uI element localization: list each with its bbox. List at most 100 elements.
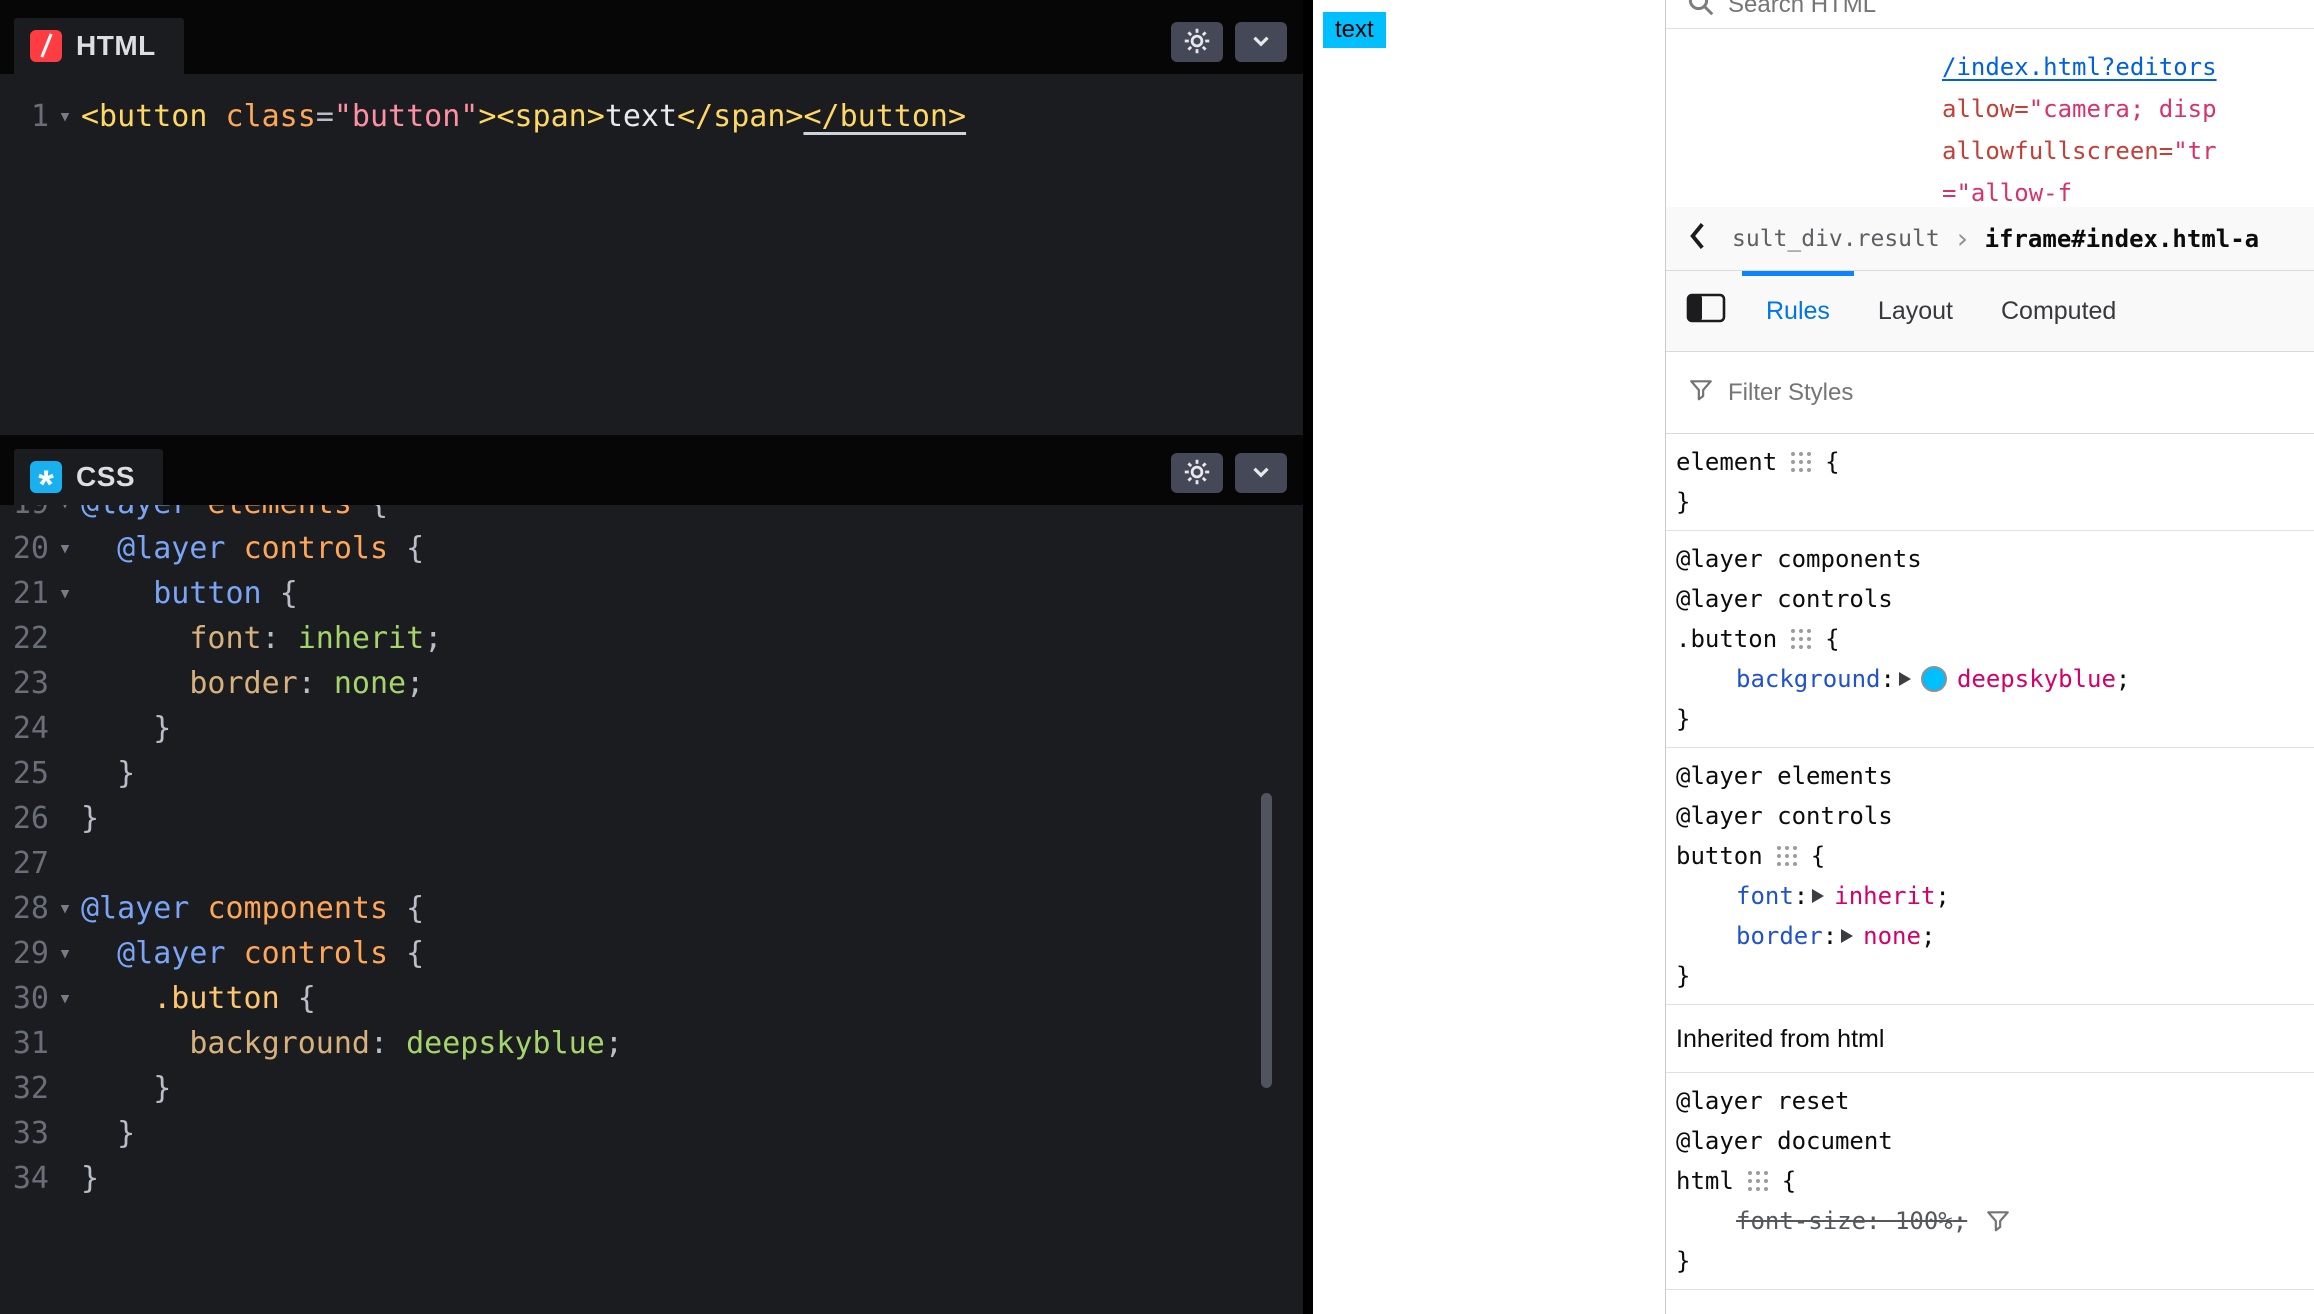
tab-computed[interactable]: Computed [1977, 271, 2140, 351]
token: deepskyblue [406, 1026, 605, 1061]
code-text[interactable]: } [81, 1066, 171, 1111]
code-text[interactable]: @layer controls { [81, 931, 424, 976]
markup-line[interactable]: allowfullscreen="tr [1942, 130, 2314, 172]
line-number: 20 [0, 526, 49, 571]
breadcrumb-bar: sult_div.result › iframe#index.html-a [1666, 207, 2314, 271]
markup-search-bar[interactable]: Search HTML [1666, 0, 2314, 29]
attribute-link[interactable]: /index.html?editors [1942, 53, 2217, 81]
filter-styles-input[interactable]: Filter Styles [1666, 352, 2314, 434]
code-text[interactable]: background: deepskyblue; [81, 1021, 623, 1066]
markup-line[interactable]: /index.html?editors [1942, 46, 2314, 88]
token: controls [244, 936, 407, 971]
token: : [370, 1026, 406, 1061]
code-text[interactable]: } [81, 1111, 135, 1156]
declaration[interactable]: font: inherit; [1676, 876, 2314, 916]
code-line: 1▾<button class="button"><span>text</spa… [0, 94, 1303, 139]
code-line: 29▾ @layer controls { [0, 931, 1303, 976]
markup-token: ="allow-f [1942, 179, 2072, 207]
fold-arrow-icon[interactable]: ▾ [49, 931, 81, 976]
property-name[interactable]: font [1736, 882, 1794, 910]
property-value[interactable]: deepskyblue [1957, 665, 2116, 693]
fold-arrow-icon[interactable]: ▾ [49, 571, 81, 616]
overridden-filter-icon[interactable] [1985, 1208, 2011, 1234]
code-text[interactable]: @layer components { [81, 886, 424, 931]
tab-rules[interactable]: Rules [1742, 271, 1854, 351]
pane-toggle-button[interactable] [1684, 271, 1728, 351]
colon: : [1881, 665, 1895, 693]
code-line: 27 [0, 841, 1303, 886]
line-number: 25 [0, 751, 49, 796]
selector-highlighter-icon[interactable] [1791, 629, 1795, 633]
property-name[interactable]: background [1736, 665, 1881, 693]
fold-arrow-icon[interactable]: ▾ [49, 886, 81, 931]
breadcrumb-item[interactable]: iframe#index.html-a [1985, 225, 2260, 253]
line-number: 28 [0, 886, 49, 931]
property-value[interactable]: none [1863, 922, 1921, 950]
css-collapse-button[interactable] [1235, 453, 1287, 493]
markup-line[interactable]: ="allow-f [1942, 172, 2314, 207]
code-text[interactable]: } [81, 751, 135, 796]
html-settings-button[interactable] [1171, 22, 1223, 62]
fold-arrow-icon[interactable]: ▾ [49, 505, 81, 526]
token: </span> [677, 99, 803, 134]
code-text[interactable]: @layer controls { [81, 526, 424, 571]
rule-selector[interactable]: html [1676, 1167, 1734, 1195]
code-text[interactable]: <button class="button"><span>text</span>… [81, 94, 966, 139]
html-collapse-button[interactable] [1235, 22, 1287, 62]
css-editor[interactable]: 19▾@layer elements {20▾ @layer controls … [0, 505, 1303, 1314]
fold-arrow-icon[interactable]: ▾ [49, 94, 81, 139]
code-line: 28▾@layer components { [0, 886, 1303, 931]
selector-line: element{ [1676, 442, 2314, 482]
rule-selector[interactable]: button [1676, 842, 1763, 870]
code-text[interactable]: .button { [81, 976, 316, 1021]
code-text[interactable]: button { [81, 571, 298, 616]
token: </button> [804, 99, 967, 134]
colon: : [1823, 922, 1837, 950]
css-editor-scrollbar[interactable] [1261, 793, 1272, 1088]
code-text[interactable]: } [81, 706, 171, 751]
line-number: 22 [0, 616, 49, 661]
rule-selector[interactable]: .button [1676, 625, 1777, 653]
editor-preview-resizer[interactable] [1303, 0, 1313, 1314]
color-swatch[interactable] [1921, 666, 1947, 692]
fold-arrow-icon[interactable]: ▾ [49, 976, 81, 1021]
property-name[interactable]: border [1736, 922, 1823, 950]
rule-selector[interactable]: element [1676, 448, 1777, 476]
breadcrumb-scroll-left-button[interactable] [1686, 220, 1710, 258]
css-settings-button[interactable] [1171, 453, 1223, 493]
token: } [81, 711, 171, 746]
selector-highlighter-icon[interactable] [1777, 846, 1781, 850]
selector-highlighter-icon[interactable] [1791, 452, 1795, 456]
at-layer-line: @layer elements [1676, 756, 2314, 796]
property-value[interactable]: 100% [1895, 1207, 1953, 1235]
fold-arrow-icon[interactable]: ▾ [49, 526, 81, 571]
selector-line: html{ [1676, 1161, 2314, 1201]
html-editor[interactable]: 1▾<button class="button"><span>text</spa… [0, 74, 1303, 435]
property-name[interactable]: font-size [1736, 1207, 1866, 1235]
code-text[interactable]: @layer elements { [81, 505, 388, 526]
declaration[interactable]: background: deepskyblue; [1676, 659, 2314, 699]
code-text[interactable]: } [81, 796, 99, 841]
code-text[interactable]: font: inherit; [81, 616, 442, 661]
css-tab[interactable]: CSS [14, 449, 163, 505]
preview-button[interactable]: text [1323, 12, 1386, 48]
sidebar-tabs: RulesLayoutComputed [1742, 271, 2140, 351]
selector-highlighter-icon[interactable] [1748, 1171, 1752, 1175]
semicolon: ; [2116, 665, 2130, 693]
breadcrumb-item[interactable]: sult_div.result [1732, 226, 1940, 252]
css-tab-label: CSS [76, 461, 135, 493]
declaration[interactable]: font-size: 100%; [1676, 1201, 2314, 1241]
tab-layout[interactable]: Layout [1854, 271, 1977, 351]
declaration[interactable]: border: none; [1676, 916, 2314, 956]
html-logo-icon [30, 30, 62, 62]
property-value[interactable]: inherit [1834, 882, 1935, 910]
expand-arrow-icon[interactable] [1841, 929, 1853, 943]
expand-arrow-icon[interactable] [1899, 672, 1911, 686]
code-text[interactable]: border: none; [81, 661, 424, 706]
token: button [153, 576, 279, 611]
code-text[interactable]: } [81, 1156, 99, 1201]
markup-line[interactable]: allow="camera; disp [1942, 88, 2314, 130]
html-tab[interactable]: HTML [14, 18, 184, 74]
expand-arrow-icon[interactable] [1812, 889, 1824, 903]
breadcrumb-separator: › [1954, 222, 1971, 255]
